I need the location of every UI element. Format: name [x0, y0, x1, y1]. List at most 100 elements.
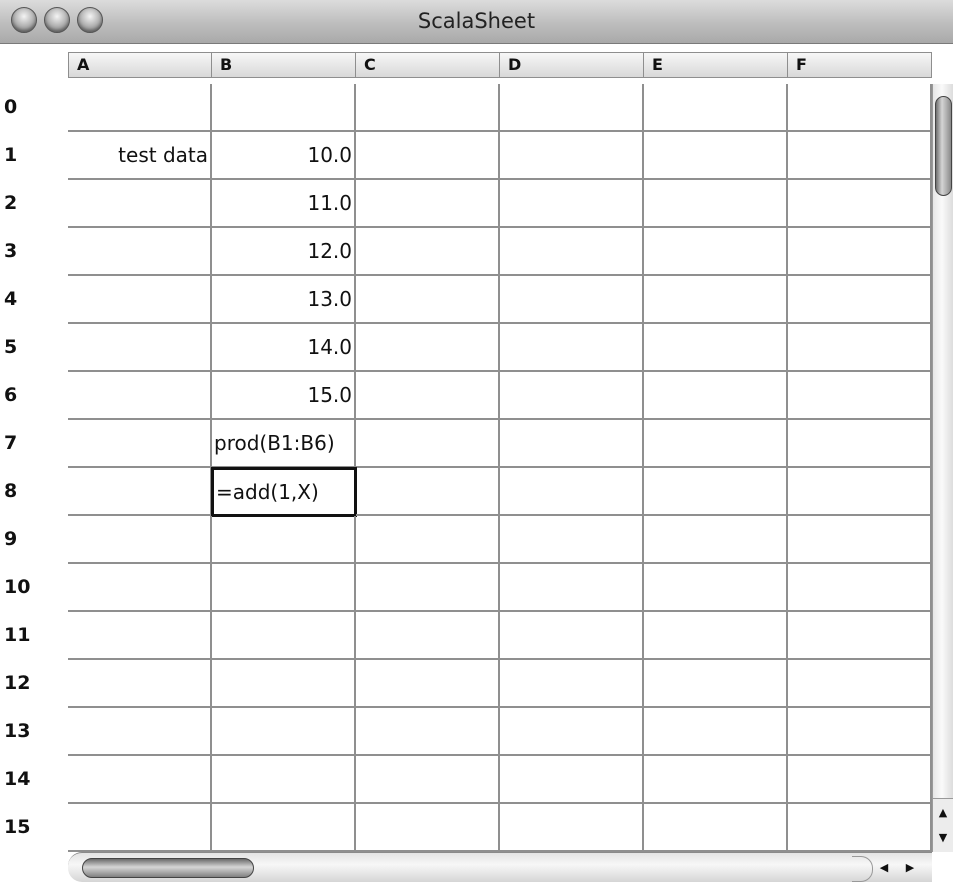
cell-b7[interactable]: prod(B1:B6) — [212, 420, 356, 468]
row-header-14[interactable]: 14 — [0, 768, 68, 790]
cell-f1[interactable] — [788, 132, 932, 180]
row-header-10[interactable]: 10 — [0, 576, 68, 598]
column-header-c[interactable]: C — [356, 52, 500, 78]
cell-d2[interactable] — [500, 180, 644, 228]
row-header-1[interactable]: 1 — [0, 144, 68, 166]
cell-b3[interactable]: 12.0 — [212, 228, 356, 276]
cell-d6[interactable] — [500, 372, 644, 420]
horizontal-scrollbar[interactable]: ◀ ▶ — [68, 852, 932, 882]
cell-f14[interactable] — [788, 756, 932, 804]
row-header-8[interactable]: 8 — [0, 480, 68, 502]
row-header-6[interactable]: 6 — [0, 384, 68, 406]
cell-a8[interactable] — [68, 468, 212, 516]
row-header-9[interactable]: 9 — [0, 528, 68, 550]
cell-c2[interactable] — [356, 180, 500, 228]
cell-e15[interactable] — [644, 804, 788, 852]
cell-b0[interactable] — [212, 84, 356, 132]
cell-c1[interactable] — [356, 132, 500, 180]
cell-d5[interactable] — [500, 324, 644, 372]
cell-e13[interactable] — [644, 708, 788, 756]
vertical-scrollbar[interactable]: ▲ ▼ — [932, 84, 953, 852]
cell-e6[interactable] — [644, 372, 788, 420]
cell-b14[interactable] — [212, 756, 356, 804]
cell-e8[interactable] — [644, 468, 788, 516]
cell-c7[interactable] — [356, 420, 500, 468]
cell-d15[interactable] — [500, 804, 644, 852]
scroll-right-icon[interactable]: ▶ — [898, 855, 922, 881]
cell-f0[interactable] — [788, 84, 932, 132]
horizontal-scroll-thumb[interactable] — [82, 858, 254, 878]
cell-a7[interactable] — [68, 420, 212, 468]
cell-e2[interactable] — [644, 180, 788, 228]
cell-f10[interactable] — [788, 564, 932, 612]
cell-b15[interactable] — [212, 804, 356, 852]
cell-a11[interactable] — [68, 612, 212, 660]
cell-c12[interactable] — [356, 660, 500, 708]
cell-d3[interactable] — [500, 228, 644, 276]
cell-f7[interactable] — [788, 420, 932, 468]
cell-d4[interactable] — [500, 276, 644, 324]
row-header-4[interactable]: 4 — [0, 288, 68, 310]
cell-d8[interactable] — [500, 468, 644, 516]
cell-c10[interactable] — [356, 564, 500, 612]
cell-c4[interactable] — [356, 276, 500, 324]
cell-f2[interactable] — [788, 180, 932, 228]
cell-c15[interactable] — [356, 804, 500, 852]
column-header-e[interactable]: E — [644, 52, 788, 78]
cell-f9[interactable] — [788, 516, 932, 564]
cell-a0[interactable] — [68, 84, 212, 132]
cell-a10[interactable] — [68, 564, 212, 612]
cell-e3[interactable] — [644, 228, 788, 276]
cell-b6[interactable]: 15.0 — [212, 372, 356, 420]
cell-f8[interactable] — [788, 468, 932, 516]
cell-a9[interactable] — [68, 516, 212, 564]
cell-d12[interactable] — [500, 660, 644, 708]
cell-e1[interactable] — [644, 132, 788, 180]
cell-e4[interactable] — [644, 276, 788, 324]
cell-e0[interactable] — [644, 84, 788, 132]
scroll-left-icon[interactable]: ◀ — [872, 855, 896, 881]
cell-e11[interactable] — [644, 612, 788, 660]
cell-a6[interactable] — [68, 372, 212, 420]
cell-a1[interactable]: test data — [68, 132, 212, 180]
cell-a2[interactable] — [68, 180, 212, 228]
cell-b12[interactable] — [212, 660, 356, 708]
cell-e10[interactable] — [644, 564, 788, 612]
row-header-15[interactable]: 15 — [0, 816, 68, 838]
cell-c11[interactable] — [356, 612, 500, 660]
cell-f15[interactable] — [788, 804, 932, 852]
cell-a5[interactable] — [68, 324, 212, 372]
cell-a4[interactable] — [68, 276, 212, 324]
cell-b9[interactable] — [212, 516, 356, 564]
column-header-a[interactable]: A — [68, 52, 212, 78]
cell-d14[interactable] — [500, 756, 644, 804]
cell-c13[interactable] — [356, 708, 500, 756]
cell-c8[interactable] — [356, 468, 500, 516]
row-header-3[interactable]: 3 — [0, 240, 68, 262]
cell-e7[interactable] — [644, 420, 788, 468]
cell-b5[interactable]: 14.0 — [212, 324, 356, 372]
cell-d10[interactable] — [500, 564, 644, 612]
cell-d0[interactable] — [500, 84, 644, 132]
cell-b8[interactable]: =add(1,X) — [211, 467, 357, 517]
column-header-f[interactable]: F — [788, 52, 932, 78]
cell-d7[interactable] — [500, 420, 644, 468]
cell-d1[interactable] — [500, 132, 644, 180]
cell-a12[interactable] — [68, 660, 212, 708]
cell-f13[interactable] — [788, 708, 932, 756]
cell-b2[interactable]: 11.0 — [212, 180, 356, 228]
row-header-11[interactable]: 11 — [0, 624, 68, 646]
cell-f11[interactable] — [788, 612, 932, 660]
cell-b1[interactable]: 10.0 — [212, 132, 356, 180]
cell-f5[interactable] — [788, 324, 932, 372]
cell-e5[interactable] — [644, 324, 788, 372]
cell-a14[interactable] — [68, 756, 212, 804]
cell-c9[interactable] — [356, 516, 500, 564]
cell-a13[interactable] — [68, 708, 212, 756]
cell-f3[interactable] — [788, 228, 932, 276]
row-header-5[interactable]: 5 — [0, 336, 68, 358]
cell-b11[interactable] — [212, 612, 356, 660]
title-bar[interactable]: ScalaSheet — [0, 0, 953, 44]
column-header-b[interactable]: B — [212, 52, 356, 78]
cell-f6[interactable] — [788, 372, 932, 420]
